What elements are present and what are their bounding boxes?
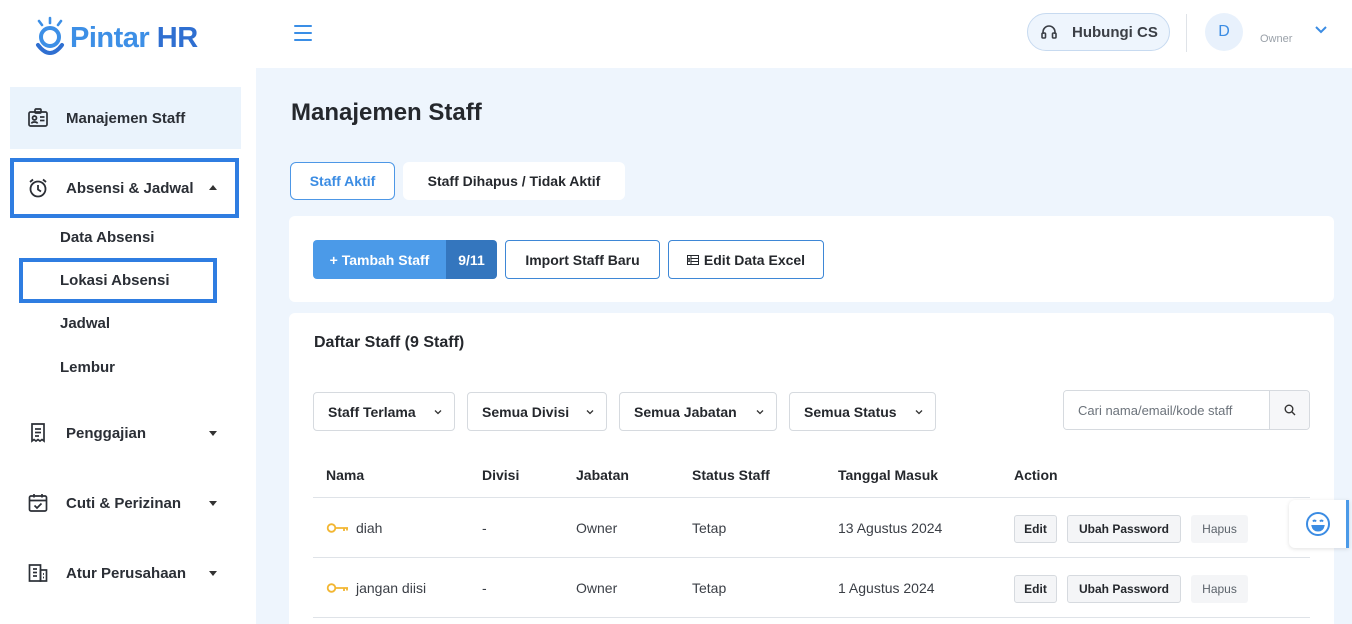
col-header-divisi: Divisi [482, 467, 520, 483]
chevron-down-icon[interactable] [1314, 25, 1328, 35]
user-role: Owner [1260, 33, 1293, 45]
table-divider [313, 497, 1310, 498]
logo[interactable]: Pintar HR [30, 14, 198, 62]
edit-excel-button[interactable]: Edit Data Excel [668, 240, 824, 279]
col-header-status: Status Staff [692, 467, 770, 483]
sidebar-item-label: Atur Perusahaan [66, 564, 187, 582]
caret-down-icon [209, 501, 217, 506]
change-password-button[interactable]: Ubah Password [1067, 515, 1181, 543]
calendar-check-icon [26, 491, 50, 515]
table-row-name: diah [326, 520, 382, 536]
sidebar-item-cuti-perizinan[interactable]: Cuti & Perizinan [10, 472, 241, 534]
table-divider [313, 617, 1310, 618]
col-header-action: Action [1014, 467, 1058, 483]
sidebar-item-label: Penggajian [66, 424, 147, 442]
sidebar-item-label: Manajemen Staff [66, 109, 186, 127]
cell-tanggal: 1 Agustus 2024 [838, 580, 935, 596]
sidebar-item-atur-perusahaan[interactable]: Atur Perusahaan [10, 542, 241, 604]
col-header-tanggal: Tanggal Masuk [838, 467, 939, 483]
receipt-icon [26, 421, 50, 445]
status-select-value: Semua Status [804, 403, 897, 420]
status-select[interactable]: Semua Status [789, 392, 936, 431]
tab-staff-dihapus[interactable]: Staff Dihapus / Tidak Aktif [403, 162, 625, 200]
cell-jabatan: Owner [576, 580, 618, 596]
hamburger-menu-icon[interactable] [294, 25, 312, 41]
logo-icon [36, 16, 64, 55]
cell-status: Tetap [692, 580, 727, 596]
search-button[interactable] [1269, 391, 1309, 429]
edit-button[interactable]: Edit [1014, 575, 1057, 603]
sidebar-item-manajemen-staff[interactable]: Manajemen Staff [10, 87, 241, 149]
sidebar: Pintar HR Manajemen Staff Absensi & Jadw… [0, 0, 256, 624]
submenu-lembur[interactable]: Lembur [60, 359, 115, 376]
staff-list-title: Daftar Staff (9 Staff) [314, 334, 465, 351]
table-row-name: jangan diisi [326, 580, 426, 596]
division-select-value: Semua Divisi [482, 403, 570, 420]
sort-select-value: Staff Terlama [328, 403, 416, 420]
contact-cs-button[interactable]: Hubungi CS [1027, 13, 1170, 51]
cell-jabatan: Owner [576, 520, 618, 536]
division-select[interactable]: Semua Divisi [467, 392, 607, 431]
key-icon [326, 583, 348, 593]
tab-staff-aktif[interactable]: Staff Aktif [290, 162, 395, 200]
edit-button[interactable]: Edit [1014, 515, 1057, 543]
cell-name: jangan diisi [356, 580, 427, 596]
chevron-down-icon [434, 410, 442, 415]
caret-down-icon [209, 571, 217, 576]
submenu-lokasi-absensi[interactable]: Lokasi Absensi [60, 272, 169, 289]
headset-icon [1041, 25, 1057, 39]
sidebar-item-penggajian[interactable]: Penggajian [10, 402, 241, 464]
key-icon [326, 523, 348, 533]
cell-name: diah [356, 520, 383, 536]
table-divider [313, 557, 1310, 558]
top-header: Hubungi CS D Owner [256, 0, 1352, 68]
alarm-clock-icon [26, 176, 50, 200]
chevron-down-icon [915, 410, 923, 415]
col-header-jabatan: Jabatan [576, 467, 629, 483]
caret-up-icon [209, 185, 217, 190]
cell-divisi: - [482, 520, 487, 536]
chevron-down-icon [586, 410, 594, 415]
staff-quota-badge: 9/11 [446, 240, 497, 279]
building-icon [26, 561, 50, 585]
sidebar-item-label: Cuti & Perizinan [66, 494, 182, 512]
header-divider [1186, 14, 1187, 52]
page-title: Manajemen Staff [291, 99, 482, 126]
id-card-icon [26, 106, 50, 130]
add-staff-button[interactable]: + Tambah Staff 9/11 [313, 240, 497, 279]
delete-button[interactable]: Hapus [1191, 515, 1248, 543]
search-input[interactable] [1064, 391, 1270, 429]
smiley-icon [1305, 512, 1330, 536]
sidebar-item-label: Absensi & Jadwal [66, 179, 194, 197]
contact-cs-label: Hubungi CS [1072, 23, 1158, 41]
edit-excel-label: Edit Data Excel [703, 251, 806, 268]
position-select[interactable]: Semua Jabatan [619, 392, 777, 431]
cell-tanggal: 13 Agustus 2024 [838, 520, 943, 536]
import-staff-button[interactable]: Import Staff Baru [505, 240, 660, 279]
submenu-data-absensi[interactable]: Data Absensi [60, 229, 154, 246]
chevron-down-icon [756, 410, 764, 415]
delete-button[interactable]: Hapus [1191, 575, 1248, 603]
cell-divisi: - [482, 580, 487, 596]
excel-icon [686, 254, 699, 265]
col-header-nama: Nama [326, 467, 365, 483]
change-password-button[interactable]: Ubah Password [1067, 575, 1181, 603]
cell-status: Tetap [692, 520, 727, 536]
search-box [1063, 390, 1310, 430]
search-icon [1284, 404, 1296, 416]
sort-select[interactable]: Staff Terlama [313, 392, 455, 431]
avatar[interactable]: D [1205, 13, 1243, 51]
feedback-button[interactable] [1289, 500, 1349, 548]
logo-text: Pintar HR [70, 21, 198, 54]
caret-down-icon [209, 431, 217, 436]
add-staff-label: + Tambah Staff [313, 240, 446, 279]
submenu-jadwal[interactable]: Jadwal [60, 315, 110, 332]
position-select-value: Semua Jabatan [634, 403, 737, 420]
sidebar-item-absensi-jadwal[interactable]: Absensi & Jadwal [10, 158, 239, 218]
